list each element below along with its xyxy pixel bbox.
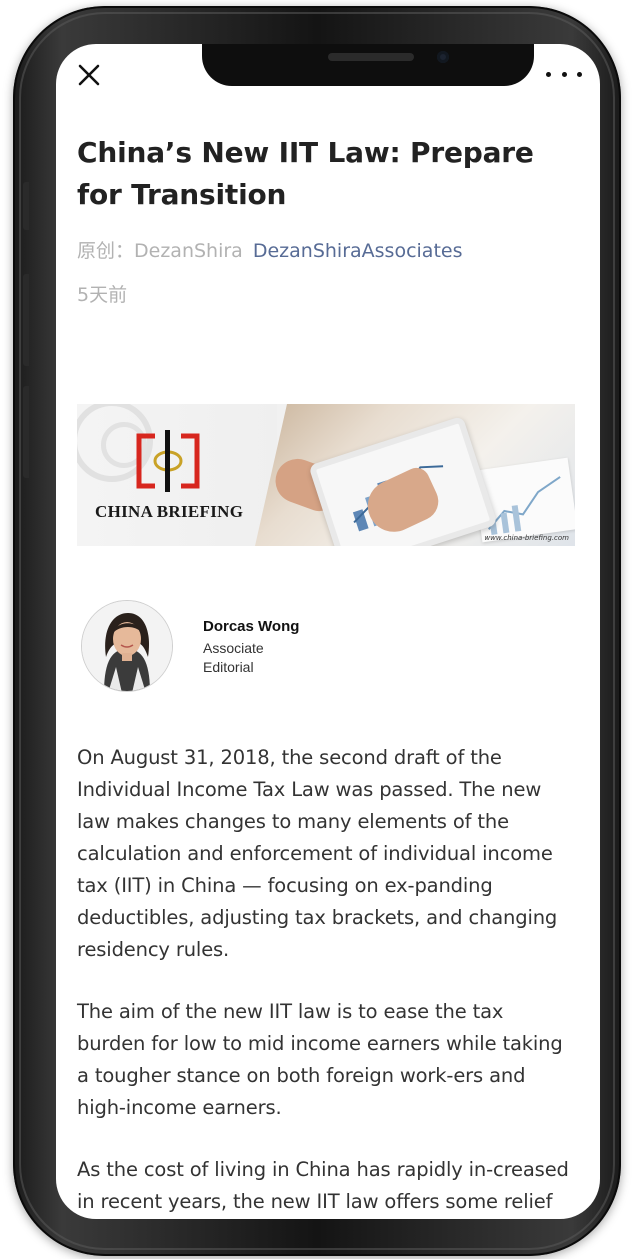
paragraph: The aim of the new IIT law is to ease th… [77,1000,563,1119]
earpiece-speaker [328,53,414,61]
article-body: On August 31, 2018, the second draft of … [77,742,577,1219]
author-role-line: Editorial [203,659,254,675]
author-portrait-icon [82,601,172,691]
front-camera [437,51,449,63]
avatar [81,600,173,692]
original-label: 原创： [77,240,135,262]
close-icon [78,64,100,86]
banner-brand: CHINA BRIEFING [95,502,244,521]
notch [202,44,534,86]
paragraph: On August 31, 2018, the second draft of … [77,746,558,961]
paragraph: As the cost of living in China has rapid… [77,1158,569,1213]
author-name: DezanShira [134,240,243,262]
more-icon-dot [577,71,582,77]
phone-screen: China’s New IIT Law: Prepare for Transit… [56,44,600,1219]
more-icon-dot [561,71,567,77]
author-role-line: Associate [203,640,264,656]
volume-up-button [23,274,29,366]
article-meta: 原创：DezanShira DezanShiraAssociates 5天前 [77,236,579,310]
close-button[interactable] [74,60,104,90]
mute-switch [23,182,29,230]
article: China’s New IIT Law: Prepare for Transit… [77,132,579,1213]
publish-time: 5天前 [77,284,128,306]
more-button[interactable] [546,64,582,84]
banner-image[interactable]: CHINA BRIEFING www.china-briefing.com [77,404,575,546]
author-card: Dorcas Wong Associate Editorial [81,600,561,696]
banner-url: www.china-briefing.com [484,534,569,542]
more-icon [546,71,551,77]
account-link[interactable]: DezanShiraAssociates [253,240,463,262]
china-briefing-logo-icon [136,430,200,492]
article-title: China’s New IIT Law: Prepare for Transit… [77,136,534,211]
author-byline-role: Associate Editorial [203,639,264,677]
volume-down-button [23,386,29,478]
author-byline-name: Dorcas Wong [203,618,300,635]
